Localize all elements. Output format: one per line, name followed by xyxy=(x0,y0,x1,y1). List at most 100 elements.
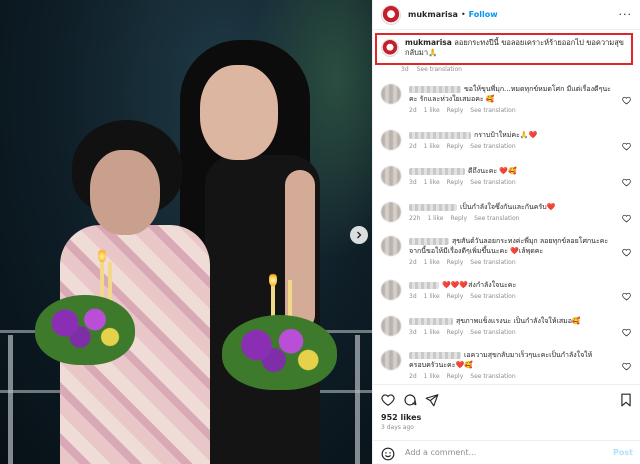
caption-text-wrap: mukmarisa ลอยกระทงปีนี้ ขอลอยเคราะห์ร้าย… xyxy=(405,38,627,60)
post-photo[interactable] xyxy=(0,0,372,464)
comment-likes[interactable]: 1 like xyxy=(424,107,440,114)
chevron-right-icon xyxy=(357,231,362,239)
see-translation-link[interactable]: See translation xyxy=(417,66,462,73)
comment-age: 2d xyxy=(409,143,417,150)
railing-post xyxy=(8,335,13,464)
reply-link[interactable]: Reply xyxy=(447,179,464,186)
like-comment-button[interactable] xyxy=(622,286,631,301)
blurred-username xyxy=(409,131,471,139)
like-count[interactable]: 952 likes xyxy=(381,413,421,422)
blurred-username xyxy=(409,237,449,245)
reply-link[interactable]: Reply xyxy=(447,329,464,336)
like-comment-button[interactable] xyxy=(622,242,631,257)
avatar[interactable] xyxy=(381,202,401,222)
emoji-icon xyxy=(381,447,395,460)
avatar[interactable] xyxy=(381,4,401,25)
comment-likes[interactable]: 1 like xyxy=(424,293,440,300)
separator-dot: • xyxy=(460,10,466,19)
blurred-username xyxy=(409,351,461,359)
heart-icon xyxy=(622,214,631,223)
reply-link[interactable]: Reply xyxy=(447,143,464,150)
bookmark-icon xyxy=(621,393,631,407)
like-comment-button[interactable] xyxy=(622,356,631,371)
post-username[interactable]: mukmarisa xyxy=(408,10,458,19)
see-translation-link[interactable]: See translation xyxy=(474,215,519,222)
comment-likes[interactable]: 1 like xyxy=(424,179,440,186)
comment-likes[interactable]: 1 like xyxy=(424,143,440,150)
comment-age: 3d xyxy=(409,179,417,186)
see-translation-link[interactable]: See translation xyxy=(470,373,515,380)
woman-left-face xyxy=(90,150,160,235)
comment-text: ❤️❤️❤️ส่งกำลังใจนะคะ xyxy=(442,281,517,289)
more-icon[interactable]: ··· xyxy=(619,8,633,21)
see-translation-link[interactable]: See translation xyxy=(470,179,515,186)
avatar[interactable] xyxy=(381,316,401,336)
comment-item: เป็นกำลังใจซึ่งกันและกันครับ❤️ 22h 1 like… xyxy=(381,202,631,223)
comment-likes[interactable]: 1 like xyxy=(424,259,440,266)
woman-right-face xyxy=(200,65,278,160)
like-comment-button[interactable] xyxy=(622,172,631,187)
like-comment-button[interactable] xyxy=(622,322,631,337)
reply-link[interactable]: Reply xyxy=(447,293,464,300)
see-translation-link[interactable]: See translation xyxy=(470,293,515,300)
caption-username[interactable]: mukmarisa xyxy=(405,38,452,47)
see-translation-link[interactable]: See translation xyxy=(470,107,515,114)
avatar[interactable] xyxy=(381,84,401,104)
heart-icon xyxy=(622,96,631,105)
heart-icon xyxy=(622,292,631,301)
comment-item: สุขสันต์วันลอยกระทงค่ะพี่มุก ลอยทุกข์ลอย… xyxy=(381,236,631,266)
like-button[interactable] xyxy=(381,392,395,406)
avatar[interactable] xyxy=(381,166,401,186)
next-photo-button[interactable] xyxy=(350,226,368,244)
like-comment-button[interactable] xyxy=(622,90,631,105)
comment-likes[interactable]: 1 like xyxy=(424,373,440,380)
blurred-username xyxy=(409,203,457,211)
follow-button[interactable]: Follow xyxy=(469,10,498,19)
heart-icon xyxy=(622,328,631,337)
post-comment-button[interactable]: Post xyxy=(613,448,633,457)
heart-icon xyxy=(622,362,631,371)
krathong-right xyxy=(222,315,337,390)
comment-age: 2d xyxy=(409,373,417,380)
heart-icon xyxy=(622,248,631,257)
reply-link[interactable]: Reply xyxy=(447,373,464,380)
reply-link[interactable]: Reply xyxy=(447,107,464,114)
comment-text: กราบป้าใหม่คะ🙏❤️ xyxy=(474,131,538,139)
save-button[interactable] xyxy=(619,392,633,407)
candle-flame xyxy=(98,248,106,262)
reply-link[interactable]: Reply xyxy=(447,259,464,266)
comment-age: 22h xyxy=(409,215,421,222)
candle-flame xyxy=(269,272,277,286)
reply-link[interactable]: Reply xyxy=(450,215,467,222)
blurred-username xyxy=(409,167,465,175)
comment-age: 2d xyxy=(409,107,417,114)
blurred-username xyxy=(409,317,453,325)
comment-item: ขอให้ขุนพี่มุก...หมดทุกข์หมดโศก มีแต่เรื… xyxy=(381,84,631,114)
see-translation-link[interactable]: See translation xyxy=(470,259,515,266)
like-comment-button[interactable] xyxy=(622,208,631,223)
emoji-button[interactable] xyxy=(381,446,395,460)
comment-button[interactable] xyxy=(403,392,417,406)
comment-item: สุขภาพแข็งแรงนะ เป็นกำลังใจให้เสมอ🥰 3d 1 … xyxy=(381,316,631,337)
comment-age: 3d xyxy=(409,293,417,300)
share-button[interactable] xyxy=(425,392,439,407)
comment-item: กราบป้าใหม่คะ🙏❤️ 2d 1 like Reply See transl… xyxy=(381,130,631,151)
blurred-username xyxy=(409,281,439,289)
comment-age: 3d xyxy=(409,329,417,336)
caption-age: 3d xyxy=(401,66,409,73)
avatar[interactable] xyxy=(381,39,399,57)
add-comment-input[interactable]: Add a comment... xyxy=(405,448,476,457)
see-translation-link[interactable]: See translation xyxy=(470,143,515,150)
comment-age: 2d xyxy=(409,259,417,266)
avatar[interactable] xyxy=(381,280,401,300)
see-translation-link[interactable]: See translation xyxy=(470,329,515,336)
like-comment-button[interactable] xyxy=(622,136,631,151)
avatar[interactable] xyxy=(381,130,401,150)
heart-icon xyxy=(622,178,631,187)
comment-likes[interactable]: 1 like xyxy=(424,329,440,336)
post-age: 3 days ago xyxy=(381,424,414,431)
avatar[interactable] xyxy=(381,236,401,256)
comment-likes[interactable]: 1 like xyxy=(427,215,443,222)
avatar[interactable] xyxy=(381,350,401,370)
heart-icon xyxy=(622,142,631,151)
